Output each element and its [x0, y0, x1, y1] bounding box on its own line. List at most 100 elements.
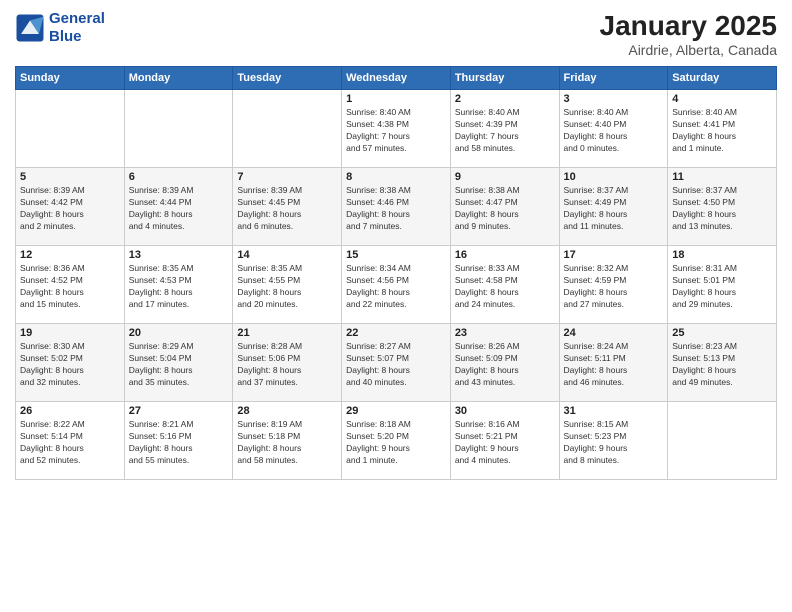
calendar-cell: 11Sunrise: 8:37 AM Sunset: 4:50 PM Dayli… — [668, 168, 777, 246]
day-number: 27 — [129, 405, 229, 417]
page-container: General Blue January 2025 Airdrie, Alber… — [0, 0, 792, 490]
calendar-cell — [16, 90, 125, 168]
day-number: 2 — [455, 93, 555, 105]
calendar-table: Sunday Monday Tuesday Wednesday Thursday… — [15, 66, 777, 480]
day-info: Sunrise: 8:31 AM Sunset: 5:01 PM Dayligh… — [672, 263, 772, 311]
day-number: 21 — [237, 327, 337, 339]
col-thursday: Thursday — [450, 67, 559, 90]
day-info: Sunrise: 8:40 AM Sunset: 4:41 PM Dayligh… — [672, 107, 772, 155]
day-info: Sunrise: 8:35 AM Sunset: 4:53 PM Dayligh… — [129, 263, 229, 311]
day-number: 8 — [346, 171, 446, 183]
col-friday: Friday — [559, 67, 668, 90]
day-info: Sunrise: 8:40 AM Sunset: 4:38 PM Dayligh… — [346, 107, 446, 155]
day-number: 24 — [564, 327, 664, 339]
location-title: Airdrie, Alberta, Canada — [600, 42, 777, 58]
day-info: Sunrise: 8:16 AM Sunset: 5:21 PM Dayligh… — [455, 419, 555, 467]
col-wednesday: Wednesday — [342, 67, 451, 90]
day-number: 22 — [346, 327, 446, 339]
calendar-cell: 21 Sunrise: 8:28 AM Sunset: 5:06 PM Dayli… — [233, 324, 342, 402]
day-info: Sunrise: 8:40 AM Sunset: 4:39 PM Dayligh… — [455, 107, 555, 155]
calendar-cell: 29Sunrise: 8:18 AM Sunset: 5:20 PM Dayli… — [342, 402, 451, 480]
day-info: Sunrise: 8:21 AM Sunset: 5:16 PM Dayligh… — [129, 419, 229, 467]
calendar-cell: 23Sunrise: 8:26 AM Sunset: 5:09 PM Dayli… — [450, 324, 559, 402]
day-number: 6 — [129, 171, 229, 183]
title-block: January 2025 Airdrie, Alberta, Canada — [600, 10, 777, 58]
calendar-week-4: 19 Sunrise: 8:30 AM Sunset: 5:02 PM Dayli… — [16, 324, 777, 402]
day-number: 4 — [672, 93, 772, 105]
calendar-cell: 18 Sunrise: 8:31 AM Sunset: 5:01 PM Dayli… — [668, 246, 777, 324]
day-info: Sunrise: 8:37 AM Sunset: 4:50 PM Dayligh… — [672, 185, 772, 233]
day-info: Sunrise: 8:28 AM Sunset: 5:06 PM Dayligh… — [237, 341, 337, 389]
calendar-week-1: 1 Sunrise: 8:40 AM Sunset: 4:38 PM Daylig… — [16, 90, 777, 168]
day-number: 30 — [455, 405, 555, 417]
calendar-cell — [233, 90, 342, 168]
day-info: Sunrise: 8:37 AM Sunset: 4:49 PM Dayligh… — [564, 185, 664, 233]
logo-text: General Blue — [49, 10, 105, 46]
calendar-cell: 19 Sunrise: 8:30 AM Sunset: 5:02 PM Dayli… — [16, 324, 125, 402]
calendar-cell: 10Sunrise: 8:37 AM Sunset: 4:49 PM Dayli… — [559, 168, 668, 246]
calendar-cell: 8 Sunrise: 8:38 AM Sunset: 4:46 PM Daylig… — [342, 168, 451, 246]
logo: General Blue — [15, 10, 105, 46]
calendar-cell — [668, 402, 777, 480]
day-info: Sunrise: 8:24 AM Sunset: 5:11 PM Dayligh… — [564, 341, 664, 389]
day-number: 5 — [20, 171, 120, 183]
day-info: Sunrise: 8:29 AM Sunset: 5:04 PM Dayligh… — [129, 341, 229, 389]
day-info: Sunrise: 8:40 AM Sunset: 4:40 PM Dayligh… — [564, 107, 664, 155]
day-number: 9 — [455, 171, 555, 183]
calendar-cell: 22 Sunrise: 8:27 AM Sunset: 5:07 PM Dayli… — [342, 324, 451, 402]
day-info: Sunrise: 8:39 AM Sunset: 4:42 PM Dayligh… — [20, 185, 120, 233]
calendar-cell: 5 Sunrise: 8:39 AM Sunset: 4:42 PM Daylig… — [16, 168, 125, 246]
calendar-cell: 17Sunrise: 8:32 AM Sunset: 4:59 PM Dayli… — [559, 246, 668, 324]
calendar-cell: 1 Sunrise: 8:40 AM Sunset: 4:38 PM Daylig… — [342, 90, 451, 168]
day-number: 18 — [672, 249, 772, 261]
calendar-cell: 28 Sunrise: 8:19 AM Sunset: 5:18 PM Dayli… — [233, 402, 342, 480]
col-tuesday: Tuesday — [233, 67, 342, 90]
calendar-cell: 13Sunrise: 8:35 AM Sunset: 4:53 PM Dayli… — [124, 246, 233, 324]
calendar-cell: 24 Sunrise: 8:24 AM Sunset: 5:11 PM Dayli… — [559, 324, 668, 402]
day-info: Sunrise: 8:39 AM Sunset: 4:44 PM Dayligh… — [129, 185, 229, 233]
calendar-cell: 15 Sunrise: 8:34 AM Sunset: 4:56 PM Dayli… — [342, 246, 451, 324]
day-info: Sunrise: 8:34 AM Sunset: 4:56 PM Dayligh… — [346, 263, 446, 311]
day-info: Sunrise: 8:36 AM Sunset: 4:52 PM Dayligh… — [20, 263, 120, 311]
calendar-cell: 20 Sunrise: 8:29 AM Sunset: 5:04 PM Dayli… — [124, 324, 233, 402]
calendar-cell: 4 Sunrise: 8:40 AM Sunset: 4:41 PM Daylig… — [668, 90, 777, 168]
day-info: Sunrise: 8:38 AM Sunset: 4:47 PM Dayligh… — [455, 185, 555, 233]
day-info: Sunrise: 8:38 AM Sunset: 4:46 PM Dayligh… — [346, 185, 446, 233]
calendar-cell — [124, 90, 233, 168]
day-number: 15 — [346, 249, 446, 261]
calendar-body: 1 Sunrise: 8:40 AM Sunset: 4:38 PM Daylig… — [16, 90, 777, 480]
day-number: 7 — [237, 171, 337, 183]
calendar-cell: 26Sunrise: 8:22 AM Sunset: 5:14 PM Dayli… — [16, 402, 125, 480]
col-saturday: Saturday — [668, 67, 777, 90]
day-info: Sunrise: 8:19 AM Sunset: 5:18 PM Dayligh… — [237, 419, 337, 467]
calendar-cell: 7 Sunrise: 8:39 AM Sunset: 4:45 PM Daylig… — [233, 168, 342, 246]
col-sunday: Sunday — [16, 67, 125, 90]
day-number: 28 — [237, 405, 337, 417]
calendar-cell: 25 Sunrise: 8:23 AM Sunset: 5:13 PM Dayli… — [668, 324, 777, 402]
day-info: Sunrise: 8:26 AM Sunset: 5:09 PM Dayligh… — [455, 341, 555, 389]
day-info: Sunrise: 8:32 AM Sunset: 4:59 PM Dayligh… — [564, 263, 664, 311]
calendar-week-3: 12 Sunrise: 8:36 AM Sunset: 4:52 PM Dayli… — [16, 246, 777, 324]
day-info: Sunrise: 8:39 AM Sunset: 4:45 PM Dayligh… — [237, 185, 337, 233]
day-info: Sunrise: 8:15 AM Sunset: 5:23 PM Dayligh… — [564, 419, 664, 467]
day-number: 26 — [20, 405, 120, 417]
day-number: 19 — [20, 327, 120, 339]
day-number: 12 — [20, 249, 120, 261]
day-number: 25 — [672, 327, 772, 339]
day-number: 31 — [564, 405, 664, 417]
day-number: 29 — [346, 405, 446, 417]
calendar-header-row: Sunday Monday Tuesday Wednesday Thursday… — [16, 67, 777, 90]
calendar-cell: 2 Sunrise: 8:40 AM Sunset: 4:39 PM Daylig… — [450, 90, 559, 168]
day-info: Sunrise: 8:30 AM Sunset: 5:02 PM Dayligh… — [20, 341, 120, 389]
page-header: General Blue January 2025 Airdrie, Alber… — [15, 10, 777, 58]
calendar-cell: 6 Sunrise: 8:39 AM Sunset: 4:44 PM Daylig… — [124, 168, 233, 246]
day-number: 1 — [346, 93, 446, 105]
calendar-cell: 12 Sunrise: 8:36 AM Sunset: 4:52 PM Dayli… — [16, 246, 125, 324]
day-number: 20 — [129, 327, 229, 339]
logo-icon — [15, 13, 45, 43]
day-info: Sunrise: 8:23 AM Sunset: 5:13 PM Dayligh… — [672, 341, 772, 389]
day-number: 16 — [455, 249, 555, 261]
day-info: Sunrise: 8:27 AM Sunset: 5:07 PM Dayligh… — [346, 341, 446, 389]
calendar-week-5: 26Sunrise: 8:22 AM Sunset: 5:14 PM Dayli… — [16, 402, 777, 480]
col-monday: Monday — [124, 67, 233, 90]
